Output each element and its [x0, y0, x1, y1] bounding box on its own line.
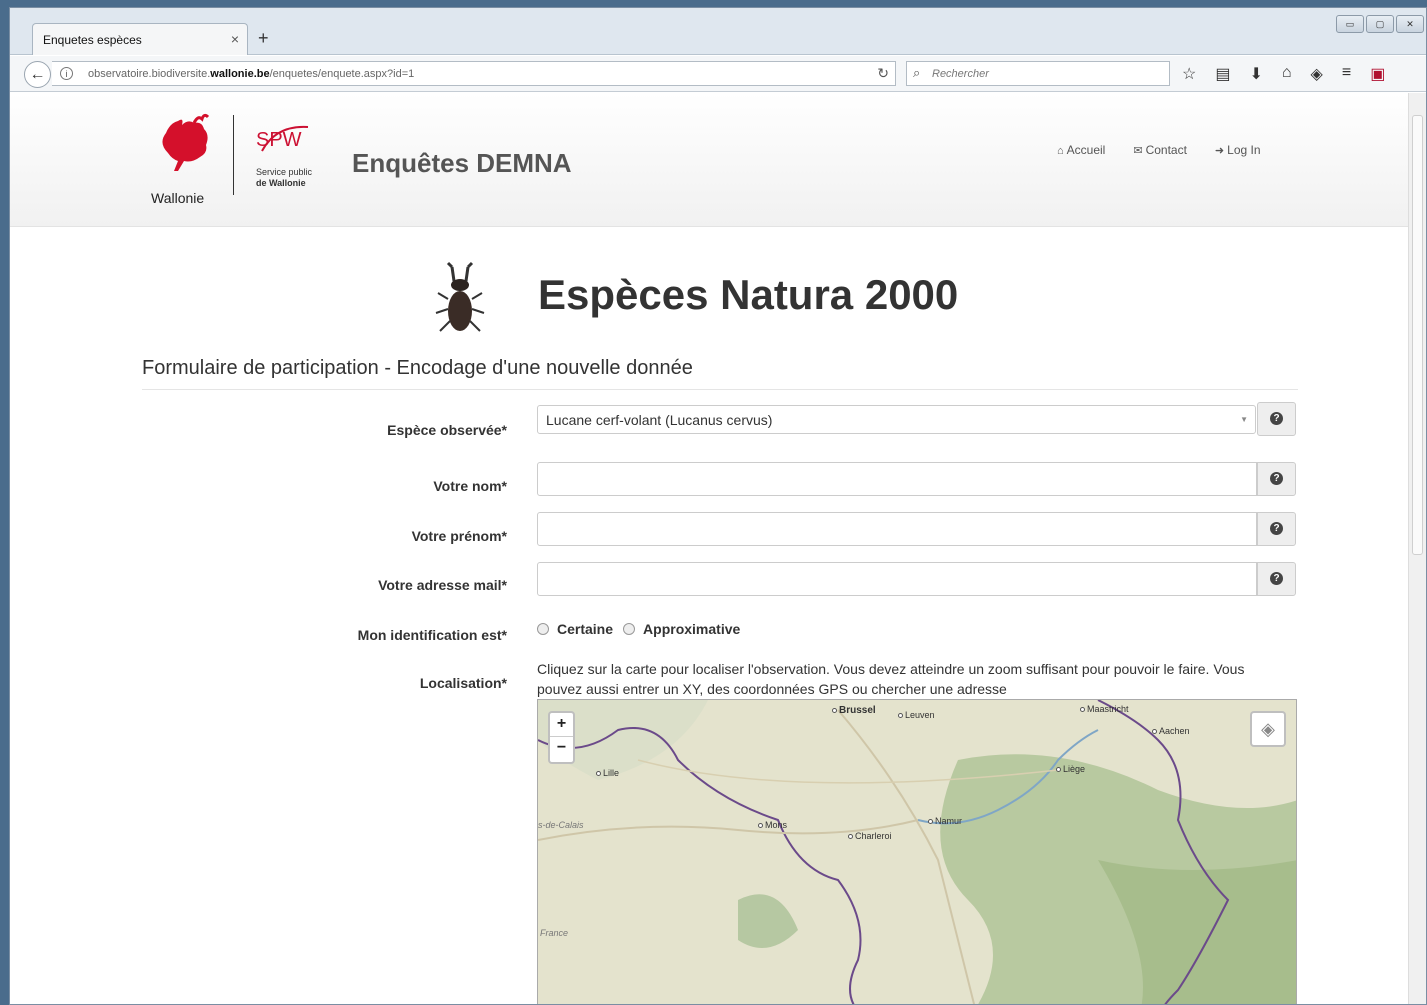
search-icon: ⌕: [913, 65, 921, 80]
maximize-button[interactable]: ▢: [1366, 15, 1394, 33]
city-label-aachen: Aachen: [1152, 726, 1190, 736]
download-icon[interactable]: ⬇: [1249, 64, 1262, 84]
city-label-liege: Liège: [1056, 764, 1085, 774]
firstname-label: Votre prénom*: [411, 528, 507, 544]
back-button[interactable]: ←: [24, 61, 51, 88]
question-icon: ?: [1270, 522, 1283, 536]
url-text: observatoire.biodiversite.wallonie.be/en…: [88, 68, 415, 80]
star-icon[interactable]: ☆: [1182, 64, 1196, 84]
back-arrow-icon: ←: [29, 66, 46, 83]
minimize-button[interactable]: ▭: [1336, 15, 1364, 33]
reading-list-icon[interactable]: ▤: [1215, 64, 1230, 84]
map-terrain: [538, 700, 1296, 1004]
email-help-button[interactable]: ?: [1257, 562, 1296, 596]
email-label: Votre adresse mail*: [378, 577, 507, 593]
tab-bar: Enquetes espèces × + ▭ ▢ ✕: [10, 8, 1426, 55]
region-label-pas-de-calais: s-de-Calais: [538, 820, 584, 830]
menu-icon[interactable]: ≡: [1342, 64, 1351, 84]
location-label: Localisation*: [419, 675, 507, 691]
wallonie-label: Wallonie: [151, 190, 205, 206]
toolbar-icons: ☆ ▤ ⬇ ⌂ ◈ ≡ ▣: [1182, 64, 1385, 84]
navigation-toolbar: ← i observatoire.biodiversite.wallonie.b…: [10, 56, 1426, 92]
browser-window: Enquetes espèces × + ▭ ▢ ✕ ← i observato…: [9, 7, 1427, 1005]
species-select[interactable]: Lucane cerf-volant (Lucanus cervus) ▼: [537, 405, 1256, 434]
window-controls: ▭ ▢ ✕: [1336, 15, 1424, 33]
city-label-lille: Lille: [596, 768, 619, 778]
species-help-button[interactable]: ?: [1257, 402, 1296, 436]
tab-title: Enquetes espèces: [43, 33, 142, 47]
login-icon: ➜: [1214, 145, 1225, 157]
location-instructions: Cliquez sur la carte pour localiser l'ob…: [537, 661, 1245, 697]
zoom-in-button[interactable]: +: [550, 713, 573, 737]
radio-approximative-label[interactable]: Approximative: [643, 621, 740, 637]
identification-radio-group: Certaine Approximative: [537, 621, 750, 637]
browser-tab[interactable]: Enquetes espèces ×: [32, 23, 248, 55]
stag-beetle-image: [435, 261, 485, 332]
search-input[interactable]: ⌕ Rechercher: [906, 61, 1170, 86]
location-map[interactable]: Brussel Leuven Maastricht Aachen Lille L…: [537, 699, 1297, 1004]
nav-contact-link[interactable]: ✉ Contact: [1133, 143, 1187, 157]
page-scrollbar[interactable]: [1408, 93, 1426, 1004]
app-title: Enquêtes DEMNA: [352, 148, 572, 178]
form-divider: [142, 389, 1298, 390]
survey-title: Espèces Natura 2000: [538, 271, 959, 318]
city-label-brussel: Brussel: [832, 705, 876, 716]
question-icon: ?: [1270, 412, 1283, 426]
species-selected-value: Lucane cerf-volant (Lucanus cervus): [546, 412, 773, 428]
city-label-namur: Namur: [928, 816, 962, 826]
region-label-france: France: [540, 928, 569, 938]
nav-login-link[interactable]: ➜ Log In: [1215, 143, 1261, 157]
home-icon: ⌂: [1057, 145, 1064, 157]
close-window-button[interactable]: ✕: [1396, 15, 1424, 33]
city-label-leuven: Leuven: [898, 710, 935, 720]
name-label: Votre nom*: [433, 478, 507, 494]
question-icon: ?: [1270, 572, 1283, 586]
form-heading: Formulaire de participation - Encodage d…: [142, 357, 693, 379]
name-help-button[interactable]: ?: [1257, 462, 1296, 496]
scrollbar-thumb[interactable]: [1412, 115, 1423, 555]
city-label-charleroi: Charleroi: [848, 831, 892, 841]
wallonie-rooster-logo: [162, 113, 210, 171]
nav-home-link[interactable]: ⌂ Accueil: [1057, 143, 1105, 157]
chevron-down-icon: ▼: [1240, 415, 1248, 424]
reload-icon[interactable]: ↻: [877, 65, 889, 82]
page-content: Wallonie SPW Service public de Wallonie …: [10, 93, 1408, 1004]
site-info-icon[interactable]: i: [60, 67, 73, 80]
spw-logo-text: SPW: [256, 129, 302, 151]
top-navigation: ⌂ Accueil ✉ Contact ➜ Log In: [1057, 143, 1261, 157]
logo-divider: [233, 115, 234, 195]
question-icon: ?: [1270, 472, 1283, 486]
email-input[interactable]: [537, 562, 1257, 596]
name-input[interactable]: [537, 462, 1257, 496]
address-bar[interactable]: i observatoire.biodiversite.wallonie.be/…: [52, 61, 896, 86]
map-zoom-control: + −: [548, 711, 575, 764]
search-placeholder: Rechercher: [932, 68, 989, 80]
identification-label: Mon identification est*: [357, 627, 507, 643]
firstname-input[interactable]: [537, 512, 1257, 546]
zoom-out-button[interactable]: −: [550, 737, 573, 761]
tab-close-icon[interactable]: ×: [231, 31, 239, 47]
spw-subtitle: Service public de Wallonie: [256, 167, 313, 188]
layers-icon[interactable]: ◈: [1250, 711, 1286, 747]
city-label-maastricht: Maastricht: [1080, 704, 1129, 714]
radio-approximative[interactable]: [623, 623, 636, 635]
home-icon[interactable]: ⌂: [1282, 64, 1292, 84]
firstname-help-button[interactable]: ?: [1257, 512, 1296, 546]
site-header: Wallonie SPW Service public de Wallonie …: [10, 93, 1408, 227]
new-tab-button[interactable]: +: [258, 28, 269, 49]
city-label-mons: Mons: [758, 820, 787, 830]
radio-certaine[interactable]: [537, 623, 549, 635]
species-label: Espèce observée*: [387, 422, 507, 438]
pocket-icon[interactable]: ◈: [1311, 64, 1323, 84]
radio-certaine-label[interactable]: Certaine: [557, 621, 613, 637]
envelope-icon: ✉: [1133, 145, 1143, 157]
extension-icon[interactable]: ▣: [1370, 64, 1385, 84]
